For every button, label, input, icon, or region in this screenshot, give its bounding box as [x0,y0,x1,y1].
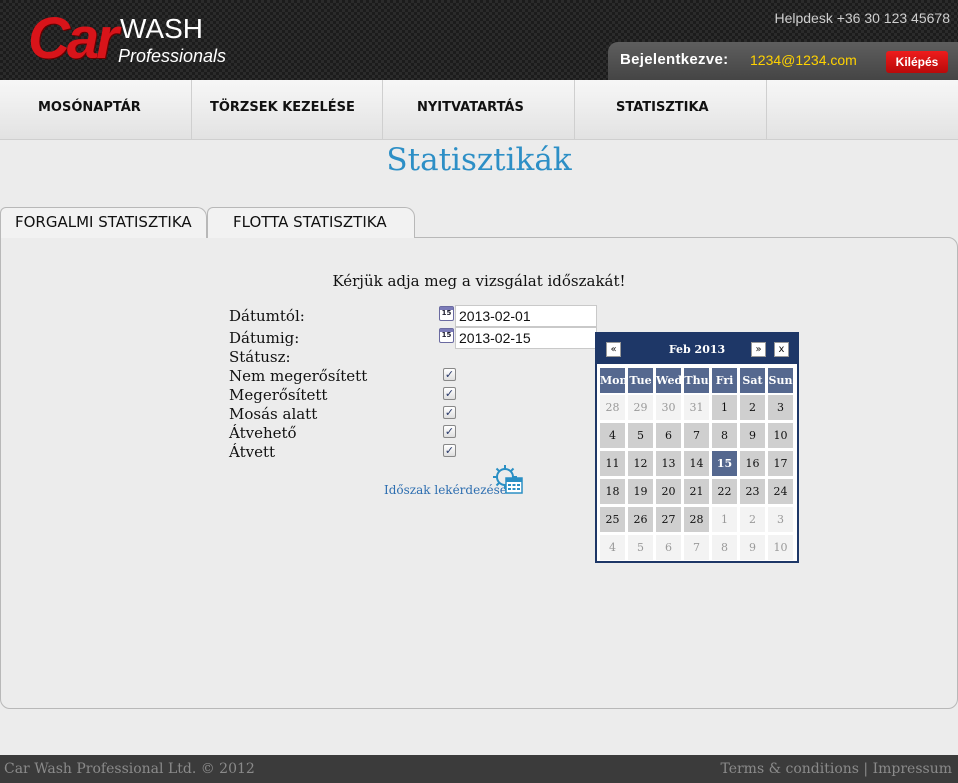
calendar-prev-button[interactable]: « [606,342,621,357]
calendar-weekday-header: Thu [684,368,709,393]
login-label: Bejelentkezve: [620,51,729,68]
login-email: 1234@1234.com [750,52,857,68]
calendar-day[interactable]: 23 [740,479,765,504]
calendar-day[interactable]: 3 [768,395,793,420]
nav-item-torzsek[interactable]: TÖRZSEK KEZELÉSE [191,80,383,139]
nav-item-nyitvatartas[interactable]: NYITVATARTÁS [383,80,575,139]
status-checkbox-mosas-alatt[interactable]: ✓ [443,406,456,419]
calendar-day[interactable]: 28 [684,507,709,532]
status-label-mosas-alatt: Mosás alatt [229,405,318,423]
calendar-day[interactable]: 13 [656,451,681,476]
nav-item-mosonaptar[interactable]: MOSÓNAPTÁR [0,80,192,139]
footer-links: Terms & conditions | Impressum [720,761,952,777]
calendar-day[interactable]: 2 [740,507,765,532]
status-checkbox-nem-megerositett[interactable]: ✓ [443,368,456,381]
calendar-day[interactable]: 6 [656,535,681,560]
status-checkbox-atveheto[interactable]: ✓ [443,425,456,438]
logo-professionals-text: Professionals [118,46,227,66]
status-label-atveheto: Átvehető [229,424,297,442]
calendar-icon[interactable]: 15 [439,328,454,343]
calendar-weekday-header: Tue [628,368,653,393]
logo-wash-text: WASH [120,13,203,44]
calendar-day[interactable]: 31 [684,395,709,420]
footer-copyright: Car Wash Professional Ltd. © 2012 [4,761,255,777]
tab-forgalmi-statisztika[interactable]: FORGALMI STATISZTIKA [0,207,207,238]
calendar-day[interactable]: 5 [628,423,653,448]
footer: Car Wash Professional Ltd. © 2012 Terms … [0,755,958,783]
calendar-day[interactable]: 7 [684,423,709,448]
calendar-day[interactable]: 6 [656,423,681,448]
calendar-day[interactable]: 20 [656,479,681,504]
calendar-day[interactable]: 2 [740,395,765,420]
calendar-weekday-header: Fri [712,368,737,393]
calendar-month-label: Feb 2013 [668,343,726,356]
status-label-atvett: Átvett [229,443,276,461]
calendar-day[interactable]: 11 [600,451,625,476]
query-period-link[interactable]: Időszak lekérdezése [384,483,507,497]
footer-separator: | [863,761,869,777]
date-from-input[interactable] [455,305,597,327]
calendar-day[interactable]: 19 [628,479,653,504]
calendar-day[interactable]: 25 [600,507,625,532]
calendar-day[interactable]: 21 [684,479,709,504]
instruction-text: Kérjük adja meg a vizsgálat időszakát! [332,272,626,290]
calendar-day[interactable]: 17 [768,451,793,476]
calendar-day[interactable]: 3 [768,507,793,532]
calendar-day[interactable]: 9 [740,423,765,448]
calendar-next-button[interactable]: » [751,342,766,357]
calendar-day[interactable]: 22 [712,479,737,504]
status-checkbox-megerositett[interactable]: ✓ [443,387,456,400]
calendar-weekday-header: Wed [656,368,682,393]
calendar-day[interactable]: 8 [712,535,737,560]
calendar-day[interactable]: 7 [684,535,709,560]
logo[interactable]: Car WASH Professionals [28,8,238,72]
status-label: Státusz: [229,348,291,366]
terms-link[interactable]: Terms & conditions [720,761,859,777]
calendar-day[interactable]: 26 [628,507,653,532]
calendar-day[interactable]: 16 [740,451,765,476]
calendar-day[interactable]: 8 [712,423,737,448]
calendar-day[interactable]: 4 [600,423,625,448]
calendar-day[interactable]: 18 [600,479,625,504]
impressum-link[interactable]: Impressum [873,761,952,777]
login-bar: Bejelentkezve: 1234@1234.com Kilépés [608,42,958,80]
calendar-weekday-header: Mon [600,368,628,393]
calendar-day[interactable]: 28 [600,395,625,420]
helpdesk-phone: Helpdesk +36 30 123 45678 [774,10,950,26]
nav-item-statisztika[interactable]: STATISZTIKA [575,80,767,139]
calendar-day[interactable]: 1 [712,395,737,420]
calendar-day[interactable]: 24 [768,479,793,504]
calendar-day[interactable]: 10 [768,423,793,448]
date-to-label: Dátumig: [229,329,300,347]
calendar-header: « Feb 2013 » x [597,334,797,364]
logout-button[interactable]: Kilépés [886,51,948,73]
date-to-input[interactable] [455,327,597,349]
header: Car WASH Professionals Helpdesk +36 30 1… [0,0,958,80]
calendar-day[interactable]: 27 [656,507,681,532]
page-title: Statisztikák [386,142,572,178]
logo-car-text: Car [28,6,119,71]
status-label-nem-megerositett: Nem megerősített [229,367,368,385]
status-label-megerositett: Megerősített [229,386,328,404]
calendar-icon[interactable]: 15 [439,306,454,321]
calendar-day[interactable]: 10 [768,535,793,560]
calendar-day[interactable]: 1 [712,507,737,532]
calendar-day[interactable]: 4 [600,535,625,560]
gear-calendar-icon[interactable] [491,463,525,497]
calendar-weekday-header: Sat [740,368,765,393]
calendar-close-button[interactable]: x [774,342,789,357]
tab-flotta-statisztika[interactable]: FLOTTA STATISZTIKA [207,207,415,238]
date-from-label: Dátumtól: [229,307,305,325]
calendar-day[interactable]: 29 [628,395,653,420]
main-nav: MOSÓNAPTÁR TÖRZSEK KEZELÉSE NYITVATARTÁS… [0,80,958,140]
date-picker-popup: « Feb 2013 » x Mon Tue Wed Thu Fri Sat Sun 28 2… [595,332,799,563]
status-checkbox-atvett[interactable]: ✓ [443,444,456,457]
calendar-day[interactable]: 9 [740,535,765,560]
calendar-day[interactable]: 12 [628,451,653,476]
calendar-day[interactable]: 14 [684,451,709,476]
calendar-day[interactable]: 30 [656,395,681,420]
calendar-day-selected[interactable]: 15 [712,451,737,476]
calendar-day[interactable]: 5 [628,535,653,560]
calendar-weekday-header: Sun [768,368,793,393]
